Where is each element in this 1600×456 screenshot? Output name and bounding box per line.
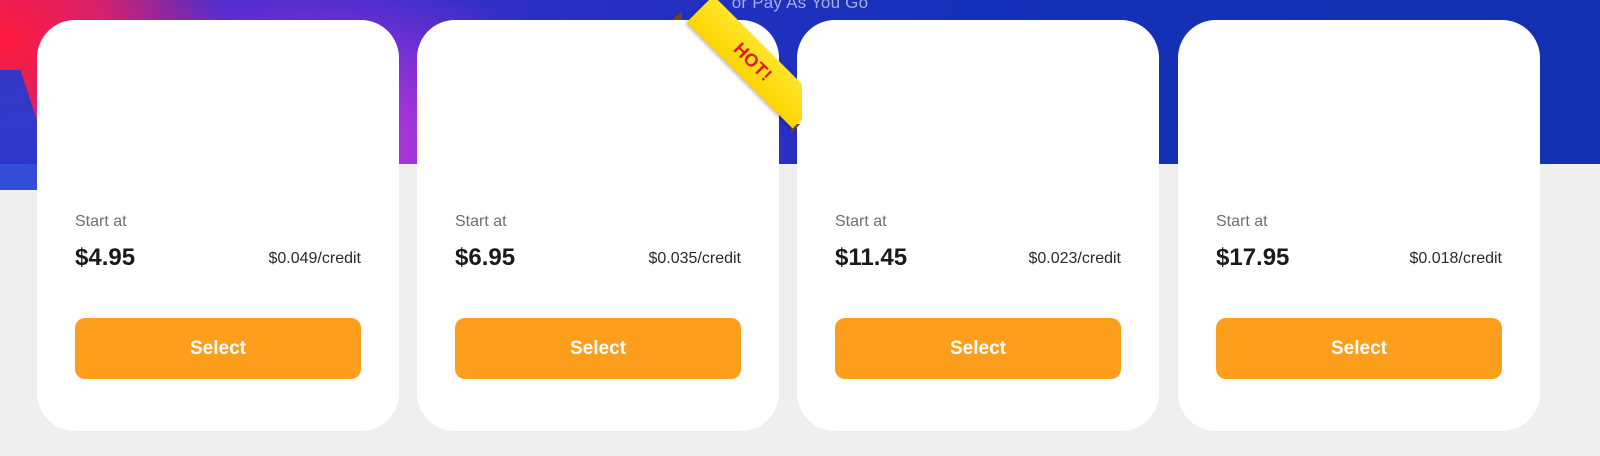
plan-price: $4.95	[75, 244, 136, 271]
plan-card-1000: 1000 Credits Start at $17.95 $0.018/credi…	[1178, 20, 1540, 431]
pricing-subtitle: or Pay As You Go	[731, 0, 869, 12]
plan-price: $17.95	[1216, 244, 1290, 271]
select-button[interactable]: Select	[75, 318, 361, 379]
plan-amount: 1000 Credits	[1216, 72, 1381, 120]
credit-amount: 500	[835, 72, 904, 119]
plan-amount: 100 Credits	[75, 72, 217, 120]
ribbon-fold	[672, 11, 682, 20]
credit-amount: 200	[455, 72, 524, 119]
plan-amount: 500 Credits	[835, 72, 977, 120]
credit-unit: Credits	[533, 93, 597, 115]
plan-card-500: 500 Credits Start at $11.45 $0.023/credit…	[797, 20, 1159, 431]
credit-unit: Credits	[1317, 93, 1381, 115]
start-at-label: Start at	[835, 213, 887, 230]
plan-price: $11.45	[835, 244, 908, 271]
price-per-credit: $0.023/credit	[1028, 250, 1121, 267]
plan-price: $6.95	[455, 244, 516, 271]
start-at-label: Start at	[1216, 213, 1268, 230]
select-button[interactable]: Select	[1216, 318, 1502, 379]
start-at-label: Start at	[455, 213, 507, 230]
plan-amount: 200 Credits	[455, 72, 597, 120]
price-per-credit: $0.049/credit	[268, 250, 361, 267]
plan-card-100: 100 Credits Start at $4.95 $0.049/credit …	[37, 20, 399, 431]
credit-amount: 1000	[1216, 72, 1308, 119]
select-button[interactable]: Select	[455, 318, 741, 379]
price-per-credit: $0.018/credit	[1409, 250, 1502, 267]
plan-card-200: 200 Credits Start at $6.95 $0.035/credit …	[417, 20, 779, 431]
select-button[interactable]: Select	[835, 318, 1121, 379]
ribbon-fold	[791, 124, 800, 134]
pricing-section: or Pay As You Go 100 Credits Start at $4.…	[0, 0, 1600, 456]
credit-unit: Credits	[913, 93, 977, 115]
plan-cards: 100 Credits Start at $4.95 $0.049/credit …	[37, 20, 1565, 431]
start-at-label: Start at	[75, 213, 127, 230]
price-per-credit: $0.035/credit	[648, 250, 741, 267]
credit-unit: Credits	[153, 93, 217, 115]
credit-amount: 100	[75, 72, 144, 119]
